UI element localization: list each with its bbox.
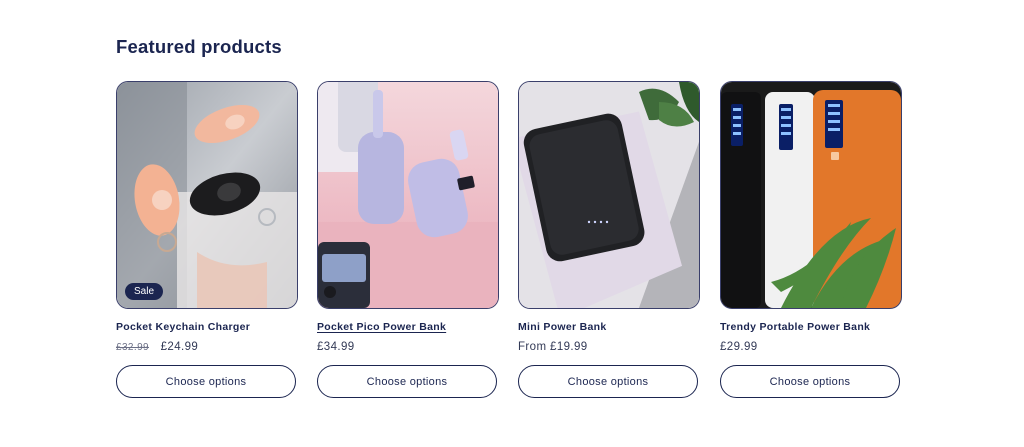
product-image[interactable]	[518, 81, 700, 309]
product-title[interactable]: Pocket Keychain Charger	[116, 321, 298, 335]
price: £34.99	[317, 341, 355, 353]
choose-options-button[interactable]: Choose options	[116, 365, 296, 398]
product-image[interactable]	[720, 81, 902, 309]
choose-options-button[interactable]: Choose options	[518, 365, 698, 398]
product-card[interactable]: Sale Pocket Keychain Charger £32.99 £24.…	[116, 81, 298, 398]
product-card[interactable]: Pocket Pico Power Bank £34.99 Choose opt…	[317, 81, 499, 398]
section-title: Featured products	[116, 36, 282, 57]
product-title[interactable]: Pocket Pico Power Bank	[317, 321, 499, 335]
product-image[interactable]	[317, 81, 499, 309]
product-title[interactable]: Mini Power Bank	[518, 321, 700, 335]
portable-power-bank-image	[721, 82, 901, 308]
product-image[interactable]: Sale	[116, 81, 298, 309]
choose-options-button[interactable]: Choose options	[720, 365, 900, 398]
price-row: £29.99	[720, 341, 902, 357]
price: £29.99	[720, 341, 758, 353]
sale-price: £24.99	[160, 341, 199, 353]
product-title[interactable]: Trendy Portable Power Bank	[720, 321, 902, 335]
price-row: From £19.99	[518, 341, 700, 357]
keychain-charger-image	[117, 82, 297, 308]
price: From £19.99	[518, 341, 588, 353]
pico-power-bank-image	[318, 82, 498, 308]
compare-at-price: £32.99	[116, 342, 149, 353]
price-row: £32.99 £24.99	[116, 341, 298, 357]
product-grid: Sale Pocket Keychain Charger £32.99 £24.…	[116, 81, 902, 411]
mini-power-bank-image	[519, 82, 699, 308]
price-row: £34.99	[317, 341, 499, 357]
product-card[interactable]: Trendy Portable Power Bank £29.99 Choose…	[720, 81, 902, 398]
product-card[interactable]: Mini Power Bank From £19.99 Choose optio…	[518, 81, 700, 398]
choose-options-button[interactable]: Choose options	[317, 365, 497, 398]
sale-badge: Sale	[125, 283, 164, 300]
